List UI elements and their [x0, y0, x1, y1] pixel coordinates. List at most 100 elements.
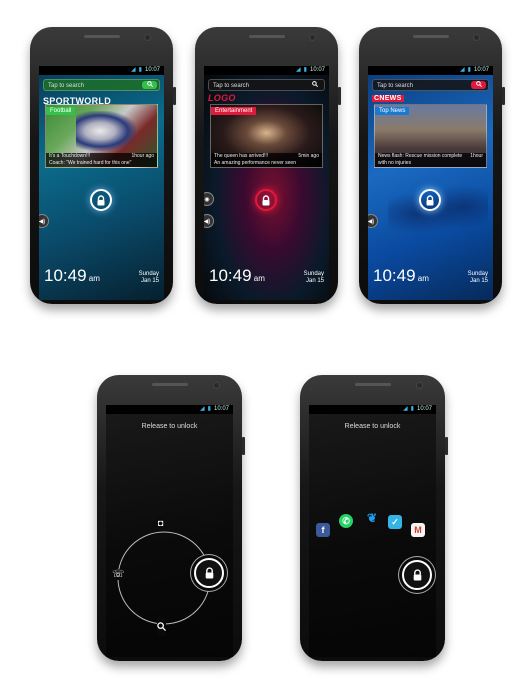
phone-entertainment: ◢ ▮ 10:07 Tap to search LOGO Entertainment…: [195, 27, 341, 304]
clock: 10:49 am: [44, 266, 100, 286]
search-icon: [475, 81, 482, 88]
phone-news: ◢ ▮ 10:07 Tap to search CNEWS Top News New…: [359, 27, 505, 304]
unlock-screen-share: ◢ ▮ 10:07 Release to unlock f ✆ ❦ ✓ M: [309, 405, 436, 657]
category-tag: Entertainment: [211, 107, 257, 115]
headline-line2: with no injuries: [378, 160, 412, 166]
headline-line1: News flash: Rescue mission complete: [378, 153, 463, 159]
news-card[interactable]: Top News News flash: Rescue mission comp…: [374, 104, 487, 168]
lock-icon: [205, 567, 213, 579]
search-icon: [311, 81, 318, 88]
search-input[interactable]: Tap to search: [43, 79, 160, 91]
front-camera: [309, 34, 316, 41]
sound-toggle[interactable]: ◀): [368, 214, 378, 228]
date: Sunday Jan 15: [139, 271, 159, 285]
wifi-icon: ◢: [200, 406, 205, 412]
search-button[interactable]: [471, 81, 486, 89]
date: Sunday Jan 15: [304, 271, 324, 285]
unlock-handle[interactable]: [194, 558, 224, 588]
speaker-icon: ◀): [39, 219, 46, 225]
side-button[interactable]: [502, 87, 505, 105]
lockscreen-entertainment: ◢ ▮ 10:07 Tap to search LOGO Entertainment…: [204, 66, 329, 300]
speaker: [248, 35, 285, 38]
category-tag: Top News: [375, 107, 410, 115]
headline-line2: An amazing performance never seen: [214, 160, 296, 166]
side-button[interactable]: [338, 87, 341, 105]
status-time: 10:07: [213, 406, 229, 412]
video-toggle[interactable]: ◉: [204, 192, 214, 206]
unlock-handle[interactable]: [419, 189, 441, 211]
status-bar: ◢ ▮ 10:07: [204, 66, 329, 75]
wifi-icon: ◢: [131, 67, 136, 73]
phone-target[interactable]: ☏: [112, 569, 125, 580]
date-day: Sunday: [303, 271, 324, 277]
clock-ampm: am: [253, 274, 265, 283]
unlock-handle[interactable]: [90, 189, 112, 211]
headline: It's a Touchdown!!! Coach: "We trained h…: [46, 153, 157, 167]
clock-ampm: am: [88, 274, 100, 283]
search-button[interactable]: [142, 81, 157, 89]
foursquare-icon[interactable]: ✓: [388, 515, 402, 529]
side-button[interactable]: [173, 87, 176, 105]
status-bar: ◢ ▮ 10:07: [39, 66, 164, 75]
search-placeholder: Tap to search: [48, 83, 85, 89]
search-input[interactable]: Tap to search: [372, 79, 489, 91]
search-target[interactable]: [157, 618, 166, 636]
date-day: Sunday: [467, 271, 488, 277]
search-placeholder: Tap to search: [377, 83, 414, 89]
release-instruction: Release to unlock: [344, 423, 401, 430]
speaker-icon: ◀): [368, 219, 375, 225]
search-button[interactable]: [307, 81, 322, 89]
brand-logo: CNEWS: [372, 95, 404, 102]
phone-sport: ◢ ▮ 10:07 Tap to search SPORTWORLD Footbal…: [30, 27, 176, 304]
date-value: Jan 15: [469, 278, 488, 284]
search-placeholder: Tap to search: [213, 83, 250, 89]
phone-share-unlock: ◢ ▮ 10:07 Release to unlock f ✆ ❦ ✓ M: [300, 375, 448, 661]
speaker: [354, 383, 391, 386]
status-time: 10:07: [473, 67, 489, 73]
lockscreen-sport: ◢ ▮ 10:07 Tap to search SPORTWORLD Footbal…: [39, 66, 164, 300]
facebook-icon[interactable]: f: [316, 523, 330, 537]
phone-icon: ☏: [112, 569, 125, 580]
gmail-icon[interactable]: M: [411, 523, 425, 537]
release-instruction: Release to unlock: [141, 423, 198, 430]
date-value: Jan 15: [140, 278, 159, 284]
lockscreen-news: ◢ ▮ 10:07 Tap to search CNEWS Top News New…: [368, 66, 493, 300]
news-card[interactable]: Football It's a Touchdown!!! Coach: "We …: [45, 104, 158, 168]
lock-icon: [97, 195, 105, 206]
sound-toggle[interactable]: ◀): [204, 214, 214, 228]
date-value: Jan 15: [305, 278, 324, 284]
wifi-icon: ◢: [296, 67, 301, 73]
headline-time: 5min ago: [298, 153, 319, 159]
phone-ring-unlock: ◢ ▮ 10:07 Release to unlock ◘ ☏: [97, 375, 245, 661]
headline: The queen has arrived!!! An amazing perf…: [211, 153, 322, 167]
front-camera: [473, 34, 480, 41]
football-photo: [76, 111, 136, 151]
status-bar: ◢ ▮ 10:07: [106, 405, 233, 414]
lock-icon: [262, 195, 270, 206]
side-button[interactable]: [242, 437, 245, 455]
news-card[interactable]: Entertainment The queen has arrived!!! A…: [210, 104, 323, 168]
lock-icon: [426, 195, 434, 206]
brand-logo: LOGO: [208, 93, 236, 103]
speaker: [151, 383, 188, 386]
sound-toggle[interactable]: ◀): [39, 214, 49, 228]
category-tag: Football: [46, 107, 76, 115]
headline: News flash: Rescue mission complete with…: [375, 153, 486, 167]
unlock-handle[interactable]: [402, 560, 432, 590]
side-button[interactable]: [445, 437, 448, 455]
unlock-handle[interactable]: [255, 189, 277, 211]
battery-icon: ▮: [138, 67, 142, 73]
twitter-icon[interactable]: ❦: [365, 511, 379, 525]
speaker: [83, 35, 120, 38]
camera-target[interactable]: ◘: [157, 518, 165, 528]
clock-time: 10:49: [209, 266, 252, 285]
clock: 10:49 am: [209, 266, 265, 286]
whatsapp-icon[interactable]: ✆: [339, 514, 353, 528]
lock-icon: [413, 569, 421, 581]
unlock-screen-ring: ◢ ▮ 10:07 Release to unlock ◘ ☏: [106, 405, 233, 657]
camera-icon: ◘: [158, 518, 164, 528]
wifi-icon: ◢: [403, 406, 408, 412]
search-input[interactable]: Tap to search: [208, 79, 325, 91]
front-camera: [144, 34, 151, 41]
status-bar: ◢ ▮ 10:07: [309, 405, 436, 414]
